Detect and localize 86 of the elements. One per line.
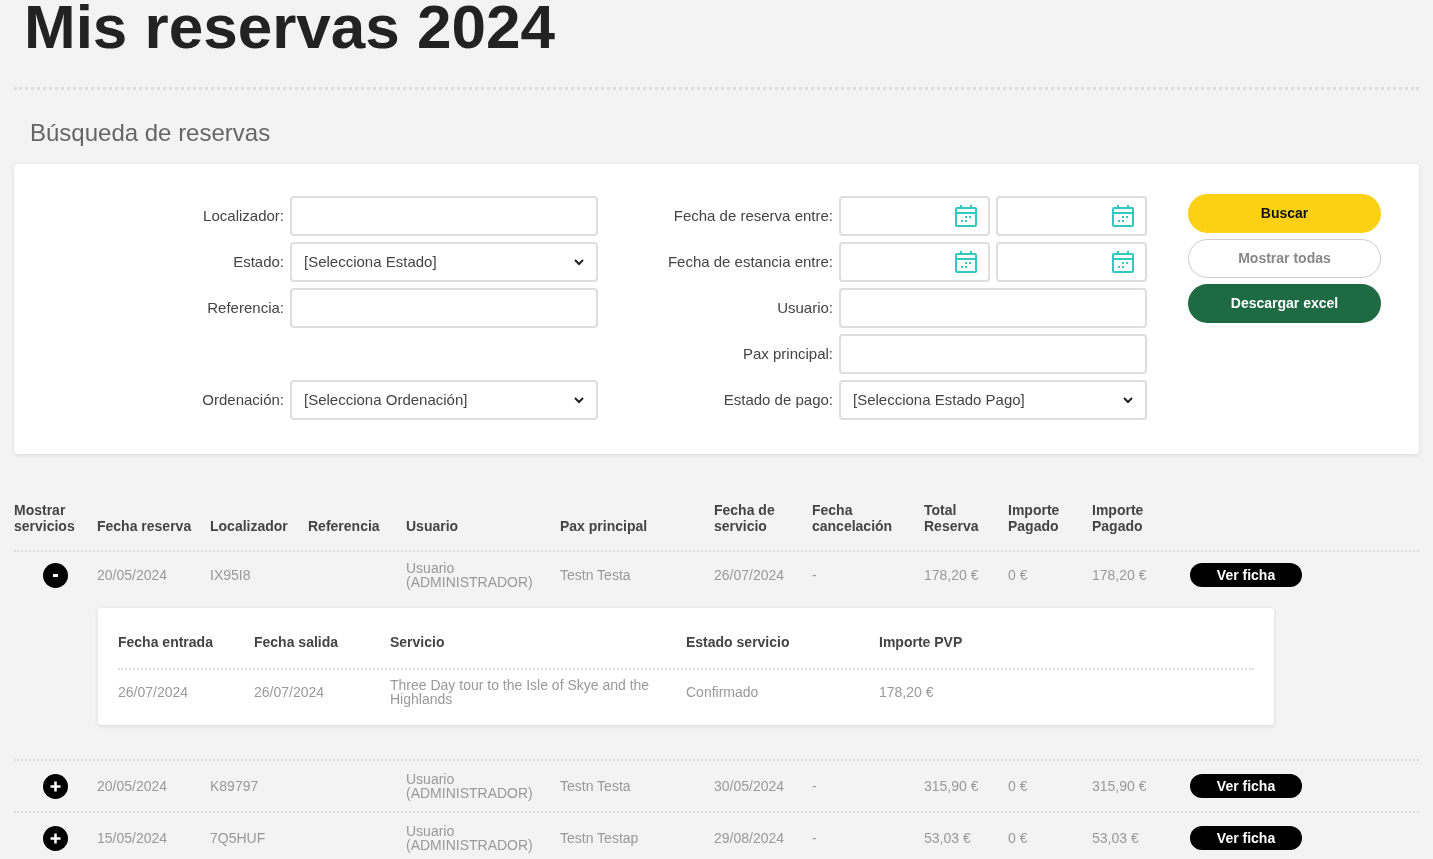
table-cell-text: IX95I8 [210, 568, 252, 582]
table-cell-text: - [812, 831, 818, 845]
column-header: Pax principal [560, 518, 649, 534]
calendar-icon[interactable] [1111, 204, 1135, 228]
column-header: Usuario [406, 518, 460, 534]
table-cell-text: Testn Testa [560, 568, 632, 582]
column-header: Servicio [390, 634, 445, 650]
table-cell-text: 0 € [1008, 779, 1029, 793]
select-field[interactable]: [Selecciona Estado] [290, 242, 598, 282]
field-label: Estado: [233, 251, 284, 272]
field-label: Localizador: [203, 205, 284, 226]
table-cell-text: 20/05/2024 [97, 779, 169, 793]
table-cell-text: 30/05/2024 [714, 779, 786, 793]
table-cell-text: 178,20 € [879, 685, 935, 699]
field-label: Fecha de reserva entre: [673, 205, 833, 226]
field-label: Pax principal: [742, 343, 833, 364]
minus-icon[interactable] [43, 562, 68, 588]
chevron-down-icon [574, 396, 584, 404]
table-cell-text: Testn Testa [560, 779, 632, 793]
column-header: Importe Pagado [1092, 502, 1145, 534]
column-header: Fecha entrada [118, 634, 213, 650]
table-cell-text: 15/05/2024 [97, 831, 169, 845]
plus-icon[interactable] [43, 825, 68, 851]
view-button[interactable]: Ver ficha [1190, 826, 1302, 851]
table-cell-text: 26/07/2024 [254, 685, 326, 699]
input-field[interactable] [290, 196, 598, 236]
chevron-down-icon [574, 258, 584, 266]
date-field[interactable] [996, 242, 1147, 282]
column-header: Total Reserva [924, 502, 980, 534]
calendar-icon[interactable] [954, 250, 978, 274]
table-cell-text: 53,03 € [924, 831, 972, 845]
calendar-icon[interactable] [954, 204, 978, 228]
action-button[interactable]: Buscar [1188, 194, 1381, 233]
table-cell-text: 29/08/2024 [714, 831, 786, 845]
column-header: Importe Pagado [1008, 502, 1061, 534]
action-button[interactable]: Descargar excel [1188, 284, 1381, 323]
field-label: Ordenación: [202, 389, 284, 410]
table-cell-text: Testn Testap [560, 831, 640, 845]
section-title: Búsqueda de reservas [29, 118, 272, 148]
table-cell-text: 7Q5HUF [210, 831, 267, 845]
page-title: Mis reservas 2024 [23, 0, 556, 63]
date-field[interactable] [839, 196, 990, 236]
table-cell-text: - [812, 568, 818, 582]
field-label: Estado de pago: [723, 389, 833, 410]
input-field[interactable] [839, 288, 1147, 328]
column-header: Referencia [308, 518, 381, 534]
table-cell-text: 26/07/2024 [118, 685, 190, 699]
field-label: Usuario: [777, 297, 833, 318]
column-header: Fecha cancelación [812, 502, 894, 534]
table-cell-text: 178,20 € [1092, 568, 1148, 582]
column-header: Mostrar servicios [14, 502, 76, 534]
input-field[interactable] [839, 334, 1147, 374]
calendar-icon[interactable] [1111, 250, 1135, 274]
table-cell-text: Usuario (ADMINISTRADOR) [406, 561, 534, 589]
chevron-down-icon [1123, 396, 1133, 404]
column-header: Estado servicio [686, 634, 790, 650]
table-cell-text: Three Day tour to the Isle of Skye and the Highlands [390, 678, 651, 706]
table-cell-text: Confirmado [686, 685, 760, 699]
table-cell-text: 26/07/2024 [714, 568, 786, 582]
view-button[interactable]: Ver ficha [1190, 774, 1302, 799]
field-label: Fecha de estancia entre: [667, 251, 833, 272]
column-header: Fecha de servicio [714, 502, 776, 534]
column-header: Fecha salida [254, 634, 339, 650]
action-button[interactable]: Mostrar todas [1188, 239, 1381, 278]
column-header: Localizador [210, 518, 289, 534]
table-cell-text: 20/05/2024 [97, 568, 169, 582]
column-header: Fecha reserva [97, 518, 193, 534]
table-cell-text: 178,20 € [924, 568, 980, 582]
date-field[interactable] [996, 196, 1147, 236]
column-header: Importe PVP [879, 634, 963, 650]
input-field[interactable] [290, 288, 598, 328]
table-cell-text: 315,90 € [924, 779, 980, 793]
table-cell-text: Usuario (ADMINISTRADOR) [406, 772, 534, 800]
table-cell-text: 0 € [1008, 568, 1029, 582]
table-cell-text: Usuario (ADMINISTRADOR) [406, 824, 534, 852]
table-cell-text: 315,90 € [1092, 779, 1148, 793]
table-cell-text: 53,03 € [1092, 831, 1140, 845]
field-label: Referencia: [207, 297, 284, 318]
view-button[interactable]: Ver ficha [1190, 563, 1302, 588]
table-cell-text: 0 € [1008, 831, 1029, 845]
date-field[interactable] [839, 242, 990, 282]
table-cell-text: K89797 [210, 779, 260, 793]
select-field[interactable]: [Selecciona Estado Pago] [839, 380, 1147, 420]
table-cell-text: - [812, 779, 818, 793]
select-field[interactable]: [Selecciona Ordenación] [290, 380, 598, 420]
plus-icon[interactable] [43, 773, 68, 799]
